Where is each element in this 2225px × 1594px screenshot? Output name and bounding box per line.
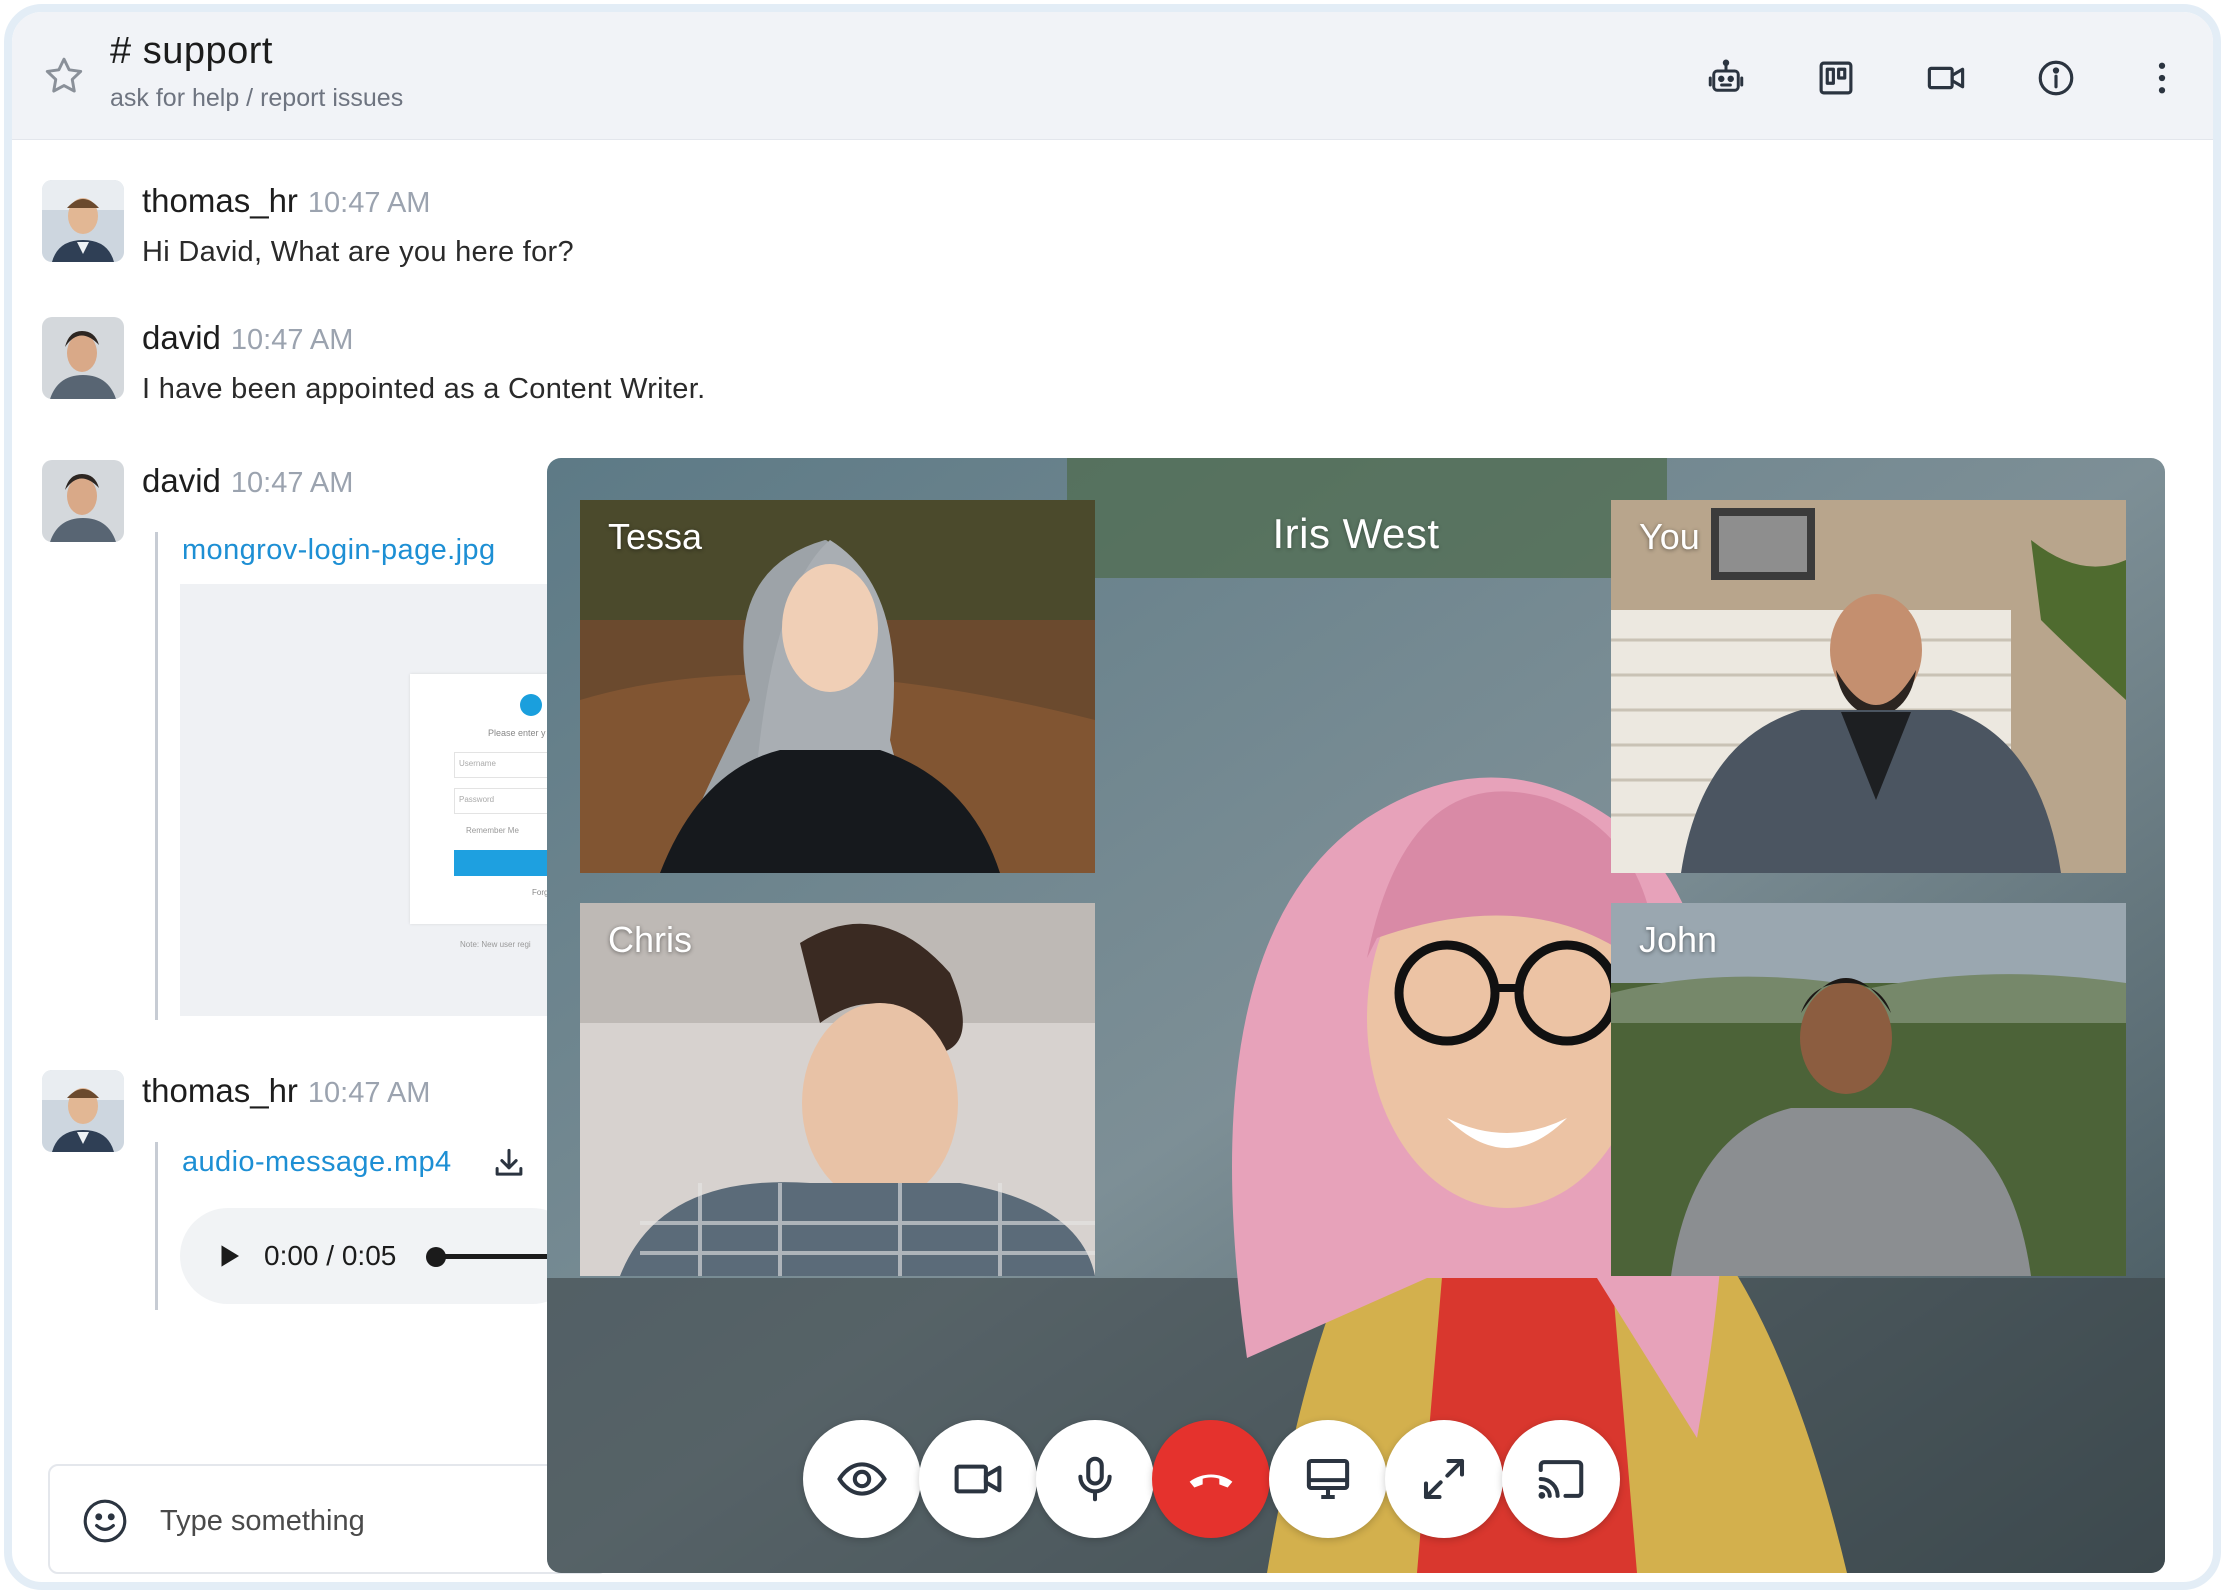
screen-share-icon [1306,1458,1350,1500]
participant-tile-john[interactable]: John [1611,903,2126,1276]
cast-icon [1538,1460,1584,1499]
participant-tile-you[interactable]: You [1611,500,2126,873]
image-preview[interactable]: Please enter y Username Password Remembe… [180,584,580,1016]
timestamp: 10:47 AM [230,467,354,499]
screen-share-button[interactable] [1269,1420,1387,1538]
video-icon[interactable] [1922,54,1970,102]
attachment-divider [155,1142,158,1310]
participant-name: You [1639,516,1700,557]
attachment-divider [155,532,158,1020]
end-call-icon [1189,1474,1233,1488]
fullscreen-button[interactable] [1385,1420,1503,1538]
info-icon[interactable] [2032,54,2080,102]
timestamp: 10:47 AM [307,187,431,219]
more-vertical-icon[interactable] [2138,54,2186,102]
app-window: # support ask for help / report issues t… [4,4,2221,1590]
avatar[interactable] [42,317,124,399]
preview-instruction: Please enter y [488,728,546,738]
timestamp: 10:47 AM [307,1077,431,1109]
audio-attachment-link[interactable]: audio-message.mp4 [182,1146,452,1179]
play-icon[interactable] [214,1241,244,1271]
star-icon[interactable] [42,54,86,98]
audio-current-time: 0:00 [264,1240,319,1271]
fullscreen-icon [1423,1458,1465,1500]
message-input[interactable] [160,1496,580,1546]
camera-icon [954,1464,1002,1494]
image-attachment-link[interactable]: mongrov-login-page.jpg [182,534,495,567]
channel-description: ask for help / report issues [110,84,404,112]
message-text: I have been appointed as a Content Write… [142,373,706,405]
audio-time: 0:00 / 0:05 [264,1240,396,1272]
audio-duration: 0:05 [341,1240,397,1271]
bot-icon[interactable] [1702,54,1750,102]
view-button[interactable] [803,1420,921,1538]
avatar[interactable] [42,1070,124,1152]
message-text: Hi David, What are you here for? [142,236,574,268]
username[interactable]: david [142,319,221,356]
audio-progress-handle[interactable] [426,1247,446,1267]
timestamp: 10:47 AM [230,324,354,356]
participant-name: Chris [608,919,693,960]
message-composer [48,1464,608,1574]
username[interactable]: david [142,462,221,499]
audio-time-separator: / [326,1240,335,1271]
participant-tile-chris[interactable]: Chris [580,903,1095,1276]
camera-toggle-button[interactable] [919,1420,1037,1538]
avatar[interactable] [42,180,124,262]
participant-tile-tessa[interactable]: Tessa [580,500,1095,873]
cast-button[interactable] [1502,1420,1620,1538]
download-icon[interactable] [490,1144,528,1182]
participant-name: John [1639,919,1718,960]
username[interactable]: thomas_hr [142,182,298,219]
emoji-icon[interactable] [80,1496,130,1546]
preview-remember: Remember Me [466,826,519,835]
eye-icon [837,1462,887,1496]
participant-name: Tessa [608,516,703,557]
avatar[interactable] [42,460,124,542]
channel-header: # support ask for help / report issues [12,12,2213,140]
logo-icon [520,694,542,716]
microphone-toggle-button[interactable] [1036,1420,1154,1538]
end-call-button[interactable] [1152,1420,1270,1538]
channel-name: # support [110,30,273,72]
video-call-window: Iris West Tessa You Chris John [547,458,2165,1573]
preview-note: Note: New user regi [460,940,531,949]
audio-player: 0:00 / 0:05 [180,1208,580,1304]
preview-forgot: Forg [532,888,549,897]
microphone-icon [1078,1456,1112,1502]
kanban-icon[interactable] [1812,54,1860,102]
username[interactable]: thomas_hr [142,1072,298,1109]
